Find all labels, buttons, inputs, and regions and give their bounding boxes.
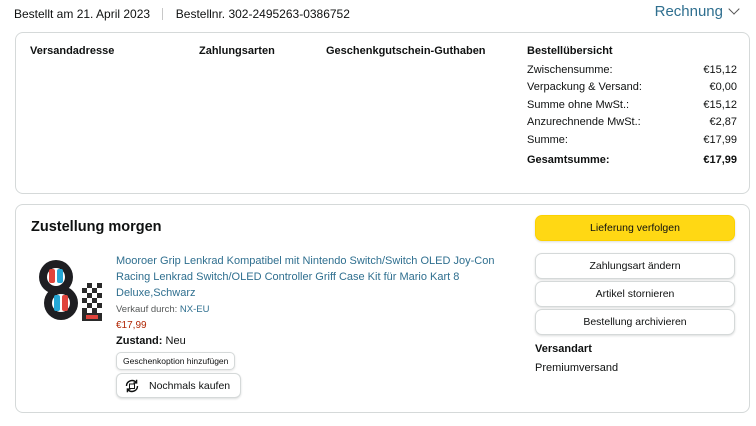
- summary-row: Verpackung & Versand: €0,00: [527, 79, 737, 96]
- change-payment-button[interactable]: Zahlungsart ändern: [535, 253, 735, 279]
- summary-total-value: €17,99: [703, 153, 737, 166]
- header-divider: [162, 8, 164, 20]
- summary-total-row: Gesamtsumme: €17,99: [527, 152, 737, 169]
- summary-row: Zwischensumme: €15,12: [527, 62, 737, 79]
- product-price: €17,99: [116, 320, 147, 331]
- condition-label: Zustand:: [116, 335, 163, 347]
- invoice-dropdown[interactable]: Rechnung: [654, 3, 740, 20]
- invoice-label: Rechnung: [654, 3, 723, 20]
- order-number: Bestellnr. 302-2495263-0386752: [175, 7, 350, 21]
- product-image[interactable]: [36, 255, 108, 325]
- summary-row: Summe ohne MwSt.: €15,12: [527, 97, 737, 114]
- summary-value: €15,12: [703, 64, 737, 76]
- condition-value: Neu: [165, 335, 186, 347]
- delivery-status-title: Zustellung morgen: [31, 219, 162, 235]
- summary-label: Zwischensumme:: [527, 64, 613, 76]
- summary-total-label: Gesamtsumme:: [527, 153, 610, 166]
- chevron-down-icon: [728, 3, 740, 15]
- summary-row: Summe: €17,99: [527, 132, 737, 149]
- buy-again-icon: [125, 379, 139, 392]
- seller-prefix: Verkauf durch:: [116, 304, 178, 315]
- product-title-link[interactable]: Mooroer Grip Lenkrad Kompatibel mit Nint…: [116, 253, 516, 301]
- summary-value: €0,00: [709, 80, 737, 93]
- seller-link[interactable]: NX-EU: [180, 304, 210, 315]
- cancel-items-button[interactable]: Artikel stornieren: [535, 281, 735, 307]
- order-details-card: Versandadresse Zahlungsarten Geschenkgut…: [15, 32, 750, 194]
- product-condition: Zustand: Neu: [116, 335, 186, 347]
- order-summary: Bestellübersicht Zwischensumme: €15,12 Ve…: [527, 45, 737, 168]
- shipping-address-heading: Versandadresse: [30, 45, 115, 57]
- gift-card-heading: Geschenkgutschein-Guthaben: [326, 45, 486, 57]
- order-date: Bestellt am 21. April 2023: [14, 7, 151, 21]
- delivery-card: Zustellung morgen Mooroer Grip Lenkrad K…: [15, 204, 750, 413]
- seller-info: Verkauf durch: NX-EU: [116, 304, 209, 315]
- archive-order-button[interactable]: Bestellung archivieren: [535, 309, 735, 335]
- buy-again-button[interactable]: Nochmals kaufen: [116, 373, 241, 398]
- order-summary-title: Bestellübersicht: [527, 45, 613, 57]
- shipping-method-value: Premiumversand: [535, 362, 619, 374]
- buy-again-label: Nochmals kaufen: [149, 379, 231, 392]
- order-header: Bestellt am 21. April 2023 Bestellnr. 30…: [14, 7, 350, 21]
- summary-row: Anzurechnende MwSt.: €2,87: [527, 114, 737, 131]
- summary-label: Verpackung & Versand:: [527, 80, 642, 93]
- summary-label: Summe:: [527, 134, 568, 146]
- shipping-method-label: Versandart: [535, 343, 592, 355]
- add-gift-option-button[interactable]: Geschenkoption hinzufügen: [116, 352, 236, 370]
- summary-value: €2,87: [709, 115, 737, 128]
- track-package-button[interactable]: Lieferung verfolgen: [535, 215, 735, 241]
- payment-methods-heading: Zahlungsarten: [199, 45, 275, 57]
- summary-value: €15,12: [703, 99, 737, 111]
- summary-value: €17,99: [703, 134, 737, 146]
- summary-label: Anzurechnende MwSt.:: [527, 115, 641, 128]
- summary-label: Summe ohne MwSt.:: [527, 99, 630, 111]
